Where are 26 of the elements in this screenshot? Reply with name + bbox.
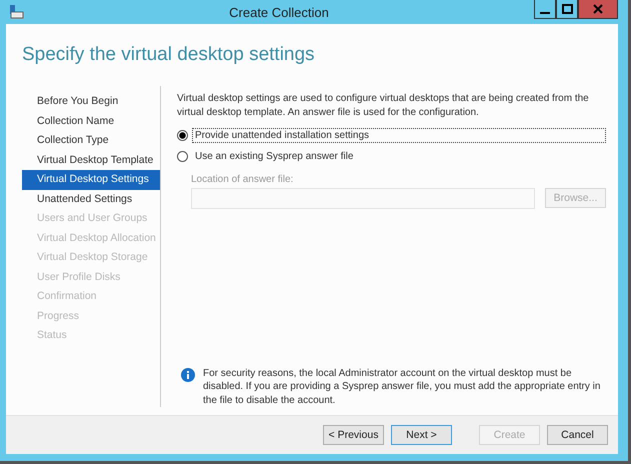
wizard-step[interactable]: Collection Type [22, 131, 160, 150]
info-icon [181, 368, 195, 382]
page-heading: Specify the virtual desktop settings [21, 43, 316, 67]
maximize-icon [562, 4, 572, 14]
security-note: For security reasons, the local Administrator account on the virtual desktop must be disabled. If you are providing a Sysprep answer file, you must add the appropriate entry in the file to disable the account. [203, 366, 602, 407]
wizard-step[interactable]: Virtual Desktop Settings [22, 170, 160, 190]
wizard-step[interactable]: Virtual Desktop Template [22, 150, 160, 170]
field-label: Location of answer file: [191, 174, 294, 185]
wizard-step[interactable]: Before You Begin [22, 92, 160, 112]
window-title: Create Collection [228, 4, 330, 20]
minimize-button[interactable] [534, 0, 556, 19]
minimize-icon [540, 12, 550, 14]
radio-label[interactable]: Provide unattended installation settings [192, 128, 606, 143]
radio-button[interactable] [177, 151, 188, 162]
wizard-button[interactable]: < Previous [323, 425, 384, 445]
radio-button[interactable] [177, 130, 188, 141]
server-icon [8, 4, 24, 20]
wizard-button[interactable]: Next > [391, 425, 452, 445]
wizard-step[interactable]: Unattended Settings [22, 190, 160, 209]
close-icon [593, 4, 603, 14]
wizard-step[interactable]: Collection Name [22, 112, 160, 131]
description-text: Virtual desktop settings are used to configure virtual desktops that are being created from the virtual desktop template. An answer file is used for the configuration. [177, 92, 590, 120]
close-button[interactable] [578, 0, 618, 19]
maximize-button[interactable] [556, 0, 578, 19]
wizard-button[interactable]: Cancel [547, 425, 608, 445]
radio-label[interactable]: Use an existing Sysprep answer file [192, 149, 606, 164]
